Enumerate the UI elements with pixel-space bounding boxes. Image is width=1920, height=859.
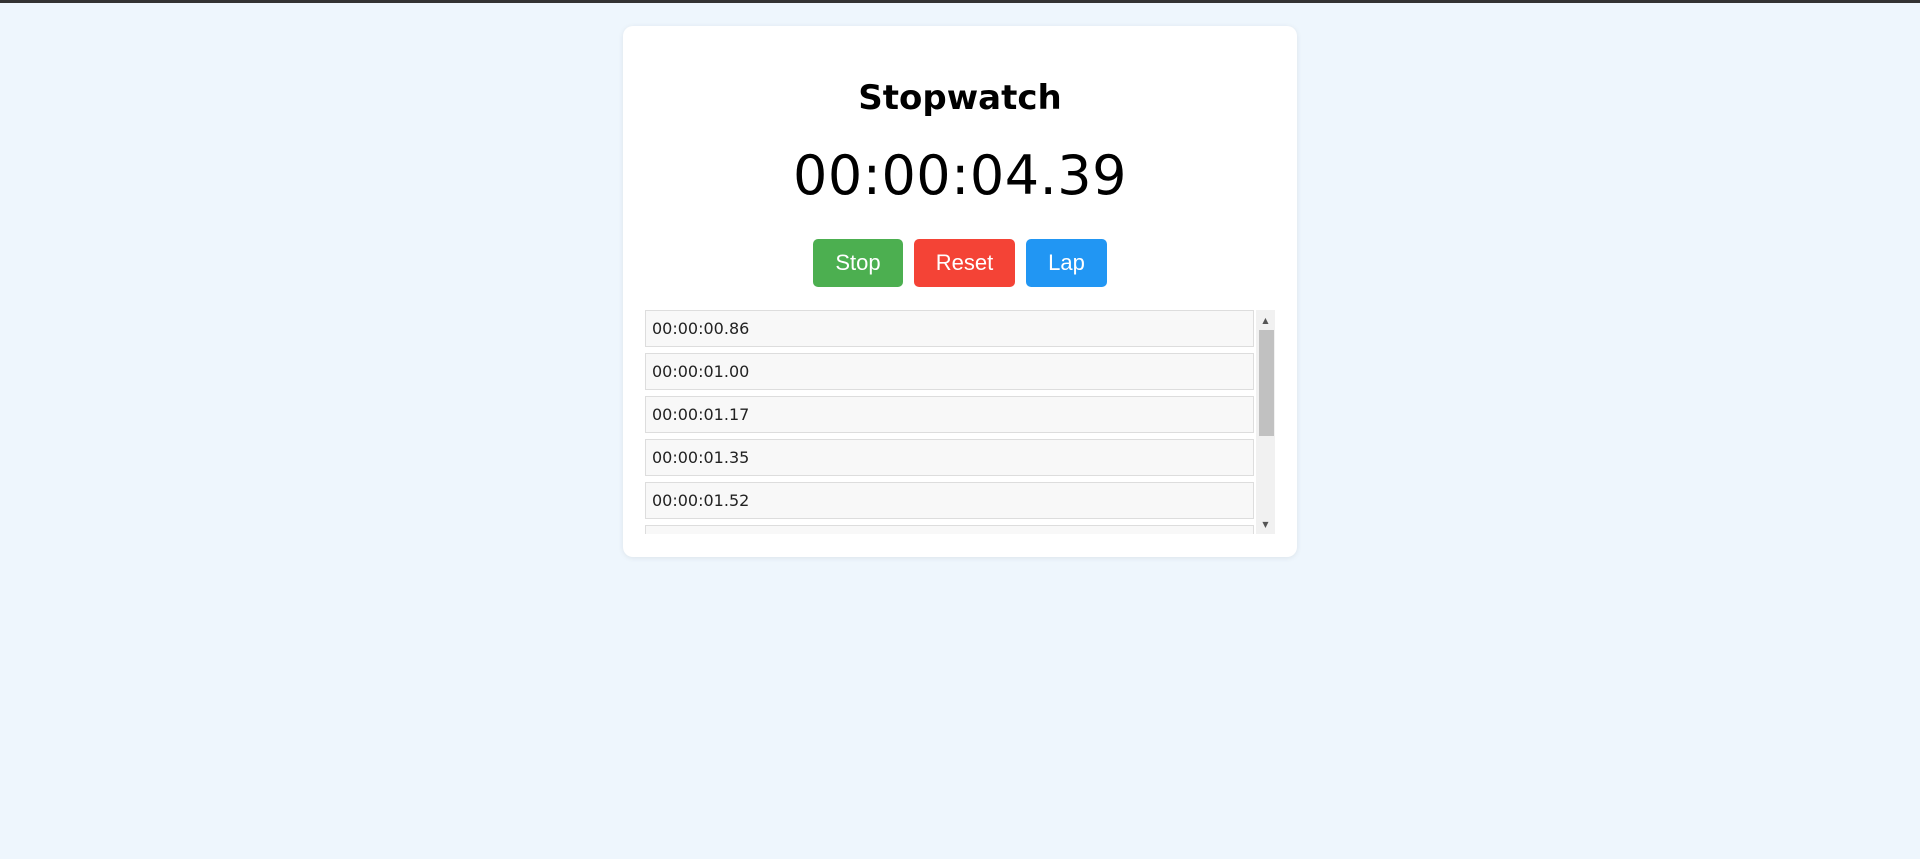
reset-button[interactable]: Reset xyxy=(914,239,1015,287)
scroll-thumb[interactable] xyxy=(1259,330,1274,436)
lap-item: 00:00:01.52 xyxy=(645,482,1254,519)
time-display: 00:00:04.39 xyxy=(793,144,1127,207)
lap-list-container[interactable]: 00:00:00.86 00:00:01.00 00:00:01.17 00:0… xyxy=(645,310,1275,534)
scroll-down-icon[interactable]: ▼ xyxy=(1256,516,1275,532)
lap-item xyxy=(645,525,1254,534)
page-title: Stopwatch xyxy=(858,78,1062,118)
lap-item: 00:00:01.00 xyxy=(645,353,1254,390)
lap-item: 00:00:00.86 xyxy=(645,310,1254,347)
controls: Stop Reset Lap xyxy=(623,239,1297,287)
lap-item: 00:00:01.17 xyxy=(645,396,1254,433)
lap-item: 00:00:01.35 xyxy=(645,439,1254,476)
stopwatch-card: Stopwatch 00:00:04.39 Stop Reset Lap 00:… xyxy=(623,26,1297,557)
lap-button[interactable]: Lap xyxy=(1026,239,1107,287)
scroll-up-icon[interactable]: ▲ xyxy=(1256,312,1275,328)
lap-list: 00:00:00.86 00:00:01.00 00:00:01.17 00:0… xyxy=(645,310,1254,534)
scrollbar[interactable]: ▲ ▼ xyxy=(1256,310,1275,534)
top-border xyxy=(0,0,1920,3)
stop-button[interactable]: Stop xyxy=(813,239,903,287)
